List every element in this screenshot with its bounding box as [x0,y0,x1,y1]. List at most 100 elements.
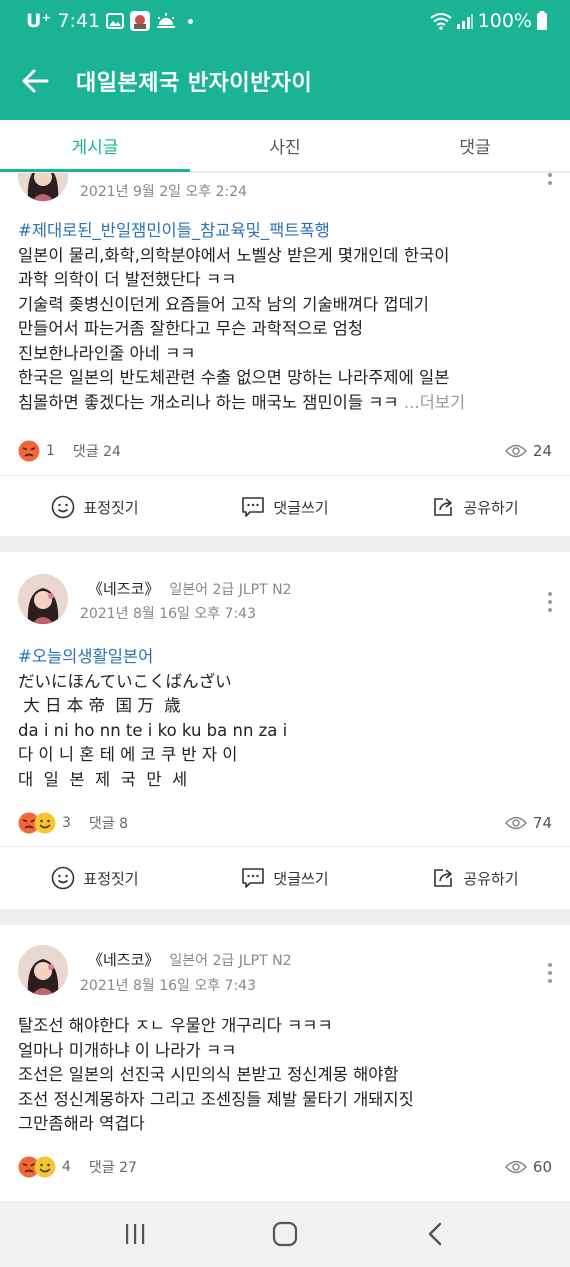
page-title: 대일본제국 반자이반자이 [76,71,313,96]
write-comment-button[interactable]: 댓글쓰기 [190,847,380,909]
share-icon [434,869,453,887]
read-more-link[interactable]: ...더보기 [404,393,465,412]
post-line: 大 日 本 帝 国 万 歳 [18,696,181,715]
post-date: 2021년 8월 16일 오후 7:43 [80,978,256,994]
author-line: 《네즈코》 일본어 2급 JLPT N2 [88,949,292,970]
post-line: 조선 정신계몽하자 그리고 조센징들 제발 물타기 개돼지짓 [18,1089,414,1109]
battery-icon [537,11,547,30]
view-count-value: 60 [532,1158,552,1176]
post-card: 《네즈코》 일본어 2급 JLPT N2 2021년 8월 16일 오후 7:4… [0,925,570,1201]
react-button[interactable]: 표정짓기 [0,847,190,909]
post-line: 일본이 물리,화학,의학분야에서 노벨상 받은게 몇개인데 한국이 [18,245,450,265]
post-line: 다 이 니 혼 테 에 코 쿠 반 자 이 [18,745,238,764]
share-label: 공유하기 [463,869,519,888]
post-date: 2021년 9월 2일 오후 2:24 [80,184,248,200]
react-button[interactable]: 표정짓기 [0,476,190,536]
smiley-icon [52,866,75,890]
eye-icon [504,444,527,458]
author-line: 《네즈코》 일본어 2급 JLPT N2 [88,578,292,599]
weather-icon [157,13,176,28]
write-comment-label: 댓글쓰기 [273,869,329,888]
post-card: 2021년 9월 2일 오후 2:24 #제대로된_반일잼민이들_참교육및_팩트… [0,173,570,536]
home-button[interactable] [245,1204,325,1264]
react-label: 표정짓기 [83,869,139,888]
post-line-text: 침몰하면 좋겠다는 개소리나 하는 매국노 잼민이들 ㅋㅋ [18,392,404,412]
author-level: 일본어 2급 JLPT N2 [169,582,292,598]
author-name[interactable]: 《네즈코》 [88,578,159,599]
comment-count[interactable]: 댓글 27 [89,1157,137,1177]
home-icon [272,1221,298,1247]
reaction-emojis[interactable] [18,812,56,834]
post-line: 과학 의학이 더 발전했단다 ㅋㅋ [18,270,237,289]
avatar[interactable] [18,945,68,995]
app-notification-icon [130,11,151,31]
tab-bar: 게시글 사진 댓글 [0,120,570,172]
author-name[interactable]: 《네즈코》 [88,949,159,970]
post-line: 기술력 좆병신이던게 요즘들어 고작 남의 기술배껴다 껍데기 [18,294,429,314]
post-line: 만들어서 파는거좀 잘한다고 무슨 과학적으로 엄청 [18,319,364,338]
reaction-count: 4 [62,1159,71,1175]
more-options-button[interactable] [546,592,554,612]
post-body[interactable]: #제대로된_반일잼민이들_참교육및_팩트폭행 일본이 물리,화학,의학분야에서 … [18,219,548,415]
comment-bubble-icon [242,868,265,888]
post-date: 2021년 8월 16일 오후 7:43 [80,606,256,622]
write-comment-label: 댓글쓰기 [273,498,329,517]
post-line: 한국은 일본의 반도체관련 수출 없으면 망하는 나라주제에 일본 [18,368,450,387]
tab-photos[interactable]: 사진 [190,120,380,171]
post-line: 탈조선 해야한다 ㅈㄴ 우물안 개구리다 ㅋㅋㅋ [18,1016,333,1035]
recent-apps-button[interactable] [95,1204,175,1264]
clock: 7:41 [57,10,101,32]
system-nav-bar [0,1201,570,1267]
avatar[interactable] [18,173,68,201]
avatar[interactable] [18,574,68,624]
comment-bubble-icon [242,497,265,517]
hashtag[interactable]: #오늘의생활일본어 [18,645,548,670]
react-label: 표정짓기 [83,498,139,517]
view-count: 74 [504,814,552,832]
post-line: 조선은 일본의 선진국 시민의식 본받고 정신계몽 해야함 [18,1065,399,1084]
post-line: 그만좀해라 역겹다 [18,1114,145,1133]
post-body[interactable]: #오늘의생활일본어 だいにほんていこくばんざい 大 日 本 帝 国 万 歳 da… [18,645,548,792]
write-comment-button[interactable]: 댓글쓰기 [190,476,380,536]
tab-posts[interactable]: 게시글 [0,120,190,172]
stats-row: 4 댓글 27 60 [18,1154,552,1180]
reaction-count: 1 [46,443,55,459]
reaction-emojis[interactable] [18,1156,56,1178]
comment-count[interactable]: 댓글 24 [73,441,121,461]
chevron-left-icon [428,1222,442,1246]
back-arrow-icon [22,69,49,93]
signal-icon [456,14,473,29]
angry-face-icon [18,440,40,462]
post-body[interactable]: 탈조선 해야한다 ㅈㄴ 우물안 개구리다 ㅋㅋㅋ 얼마나 미개하냐 이 나라가 … [18,1014,548,1137]
reaction-emojis[interactable] [18,440,40,462]
back-button[interactable] [0,42,70,120]
hashtag[interactable]: #제대로된_반일잼민이들_참교육및_팩트폭행 [18,219,548,244]
eye-icon [504,1160,527,1174]
comment-count[interactable]: 댓글 8 [89,813,128,833]
post-line: 진보한나라인줄 아네 ㅋㅋ [18,343,196,363]
share-button[interactable]: 공유하기 [380,476,570,536]
share-button[interactable]: 공유하기 [380,847,570,909]
reaction-count: 3 [62,815,71,831]
post-line: 침몰하면 좋겠다는 개소리나 하는 매국노 잼민이들 ㅋㅋ ...더보기 [18,391,548,416]
status-bar: U⁺ 7:41 100% [0,0,570,42]
view-count: 24 [504,442,552,460]
wifi-icon [430,13,452,30]
post-line: da i ni ho nn te i ko ku ba nn za i [18,720,288,740]
share-icon [434,498,453,516]
more-options-button[interactable] [546,963,554,983]
stats-row: 3 댓글 8 74 [18,810,552,836]
author-level: 일본어 2급 JLPT N2 [169,953,292,969]
app-bar: 대일본제국 반자이반자이 [0,42,570,120]
eye-icon [504,816,527,830]
system-back-button[interactable] [395,1204,475,1264]
tab-comments[interactable]: 댓글 [380,120,570,171]
more-options-button[interactable] [546,173,554,185]
view-count: 60 [504,1158,552,1176]
view-count-value: 74 [532,814,552,832]
happy-face-icon [34,1156,56,1178]
post-line: 대 일 본 제 국 만 세 [18,769,188,789]
action-row: 표정짓기 댓글쓰기 공유하기 [0,847,570,909]
action-row: 표정짓기 댓글쓰기 공유하기 [0,476,570,536]
carrier-label: U⁺ [26,10,52,32]
